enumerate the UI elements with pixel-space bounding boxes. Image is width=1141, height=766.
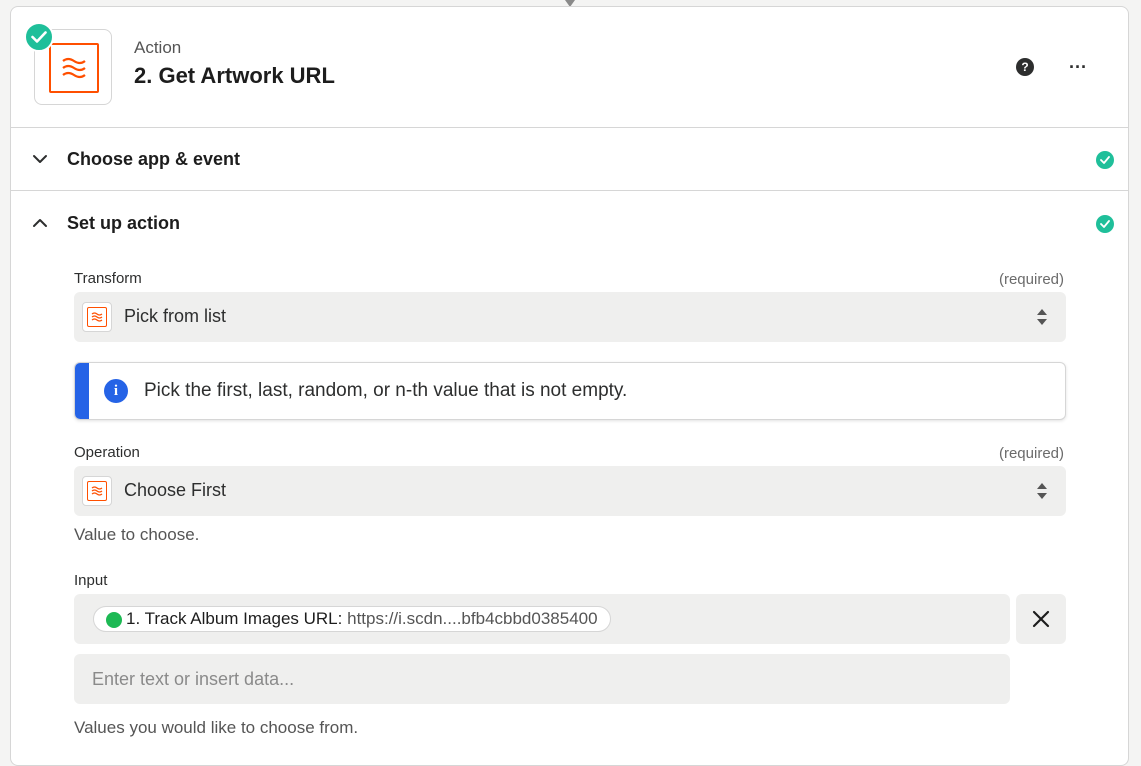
transform-value: Pick from list xyxy=(124,306,227,326)
token-label: 1. Track Album Images URL: xyxy=(126,609,343,628)
section-title[interactable]: Set up action xyxy=(67,213,180,234)
section-choose-app-event[interactable]: Choose app & event xyxy=(11,128,1128,191)
step-header: Action 2. Get Artwork URL ? ··· xyxy=(11,7,1128,128)
info-icon: i xyxy=(104,379,128,403)
formatter-icon xyxy=(82,476,112,506)
operation-help-text: Value to choose. xyxy=(74,525,200,544)
step-complete-check-icon xyxy=(24,22,54,52)
required-indicator: (required) xyxy=(998,445,1064,462)
more-options-icon[interactable]: ··· xyxy=(1069,57,1087,78)
step-type-label: Action xyxy=(134,38,182,57)
transform-select[interactable]: Pick from list xyxy=(74,292,1066,342)
chevron-down-icon[interactable] xyxy=(31,150,49,168)
operation-label: Operation xyxy=(74,444,140,461)
remove-input-button[interactable] xyxy=(1016,594,1066,644)
check-icon xyxy=(1096,215,1114,233)
add-value-input[interactable] xyxy=(74,654,1010,704)
select-arrows-icon xyxy=(1037,309,1047,325)
step-title[interactable]: 2. Get Artwork URL xyxy=(134,63,335,89)
required-indicator: (required) xyxy=(998,271,1064,288)
help-icon[interactable]: ? xyxy=(1016,58,1034,76)
chevron-up-icon[interactable] xyxy=(31,214,49,232)
transform-label: Transform xyxy=(74,270,142,287)
input-label: Input xyxy=(74,572,108,589)
input-token-field[interactable]: 1. Track Album Images URL: https://i.scd… xyxy=(74,594,1010,644)
data-token-pill[interactable]: 1. Track Album Images URL: https://i.scd… xyxy=(93,606,611,632)
input-help-text: Values you would like to choose from. xyxy=(74,718,359,737)
operation-select[interactable]: Choose First xyxy=(74,466,1066,516)
section-title[interactable]: Choose app & event xyxy=(67,149,240,170)
info-banner: i Pick the first, last, random, or n-th … xyxy=(74,362,1066,420)
operation-value: Choose First xyxy=(124,480,227,500)
formatter-icon xyxy=(82,302,112,332)
close-icon xyxy=(1032,610,1050,628)
info-text: Pick the first, last, random, or n-th va… xyxy=(144,380,628,401)
action-step-card: Action 2. Get Artwork URL ? ··· Choose a… xyxy=(10,6,1129,766)
token-value: https://i.scdn....bfb4cbbd0385400 xyxy=(347,609,598,628)
section-set-up-action[interactable]: Set up action xyxy=(11,192,1128,255)
spotify-icon xyxy=(106,612,122,628)
formatter-icon xyxy=(49,43,99,93)
check-icon xyxy=(1096,151,1114,169)
select-arrows-icon xyxy=(1037,483,1047,499)
info-accent-bar xyxy=(75,363,89,419)
